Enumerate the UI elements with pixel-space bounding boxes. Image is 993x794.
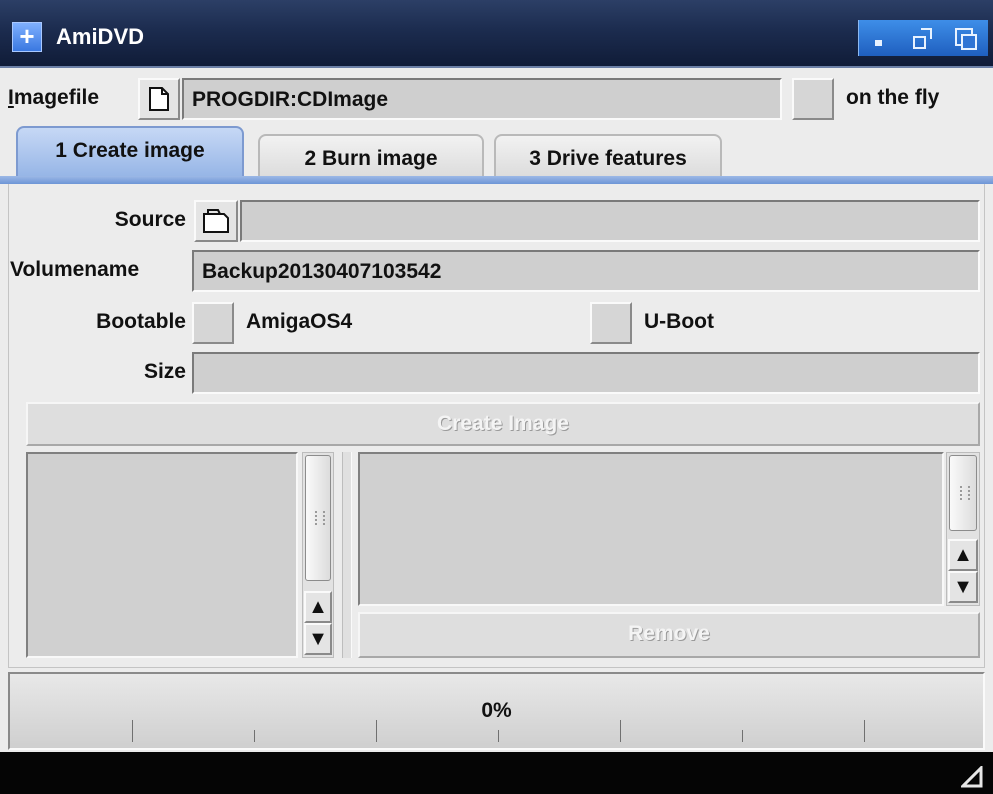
grip-icon xyxy=(315,511,325,525)
amigaos4-checkbox[interactable] xyxy=(192,302,234,344)
drawer-icon xyxy=(203,209,229,233)
right-scroll-up-button[interactable]: ▲ xyxy=(948,539,978,571)
left-scroll-knob[interactable] xyxy=(305,455,331,581)
gauge-tick xyxy=(498,730,499,742)
imagefile-input[interactable]: PROGDIR:CDImage xyxy=(182,78,782,120)
plus-icon[interactable]: + xyxy=(12,22,42,52)
right-listview[interactable] xyxy=(358,452,944,606)
amigaos4-label[interactable]: AmigaOS4 xyxy=(246,302,352,342)
size-field xyxy=(192,352,980,394)
imagefile-label: Imagefile xyxy=(8,86,100,109)
file-icon xyxy=(149,87,169,111)
source-drawer-button[interactable] xyxy=(194,200,238,242)
left-scrollbar[interactable]: ▲ ▼ xyxy=(302,452,334,658)
right-scrollbar[interactable]: ▲ ▼ xyxy=(946,452,980,606)
volumename-label: Volumename xyxy=(10,258,140,281)
progress-text: 0% xyxy=(481,699,512,722)
right-scroll-knob[interactable] xyxy=(949,455,977,531)
depth-icon[interactable] xyxy=(949,22,979,52)
screen-bar xyxy=(0,752,993,794)
remove-button[interactable]: Remove xyxy=(358,612,980,658)
onthefly-checkbox[interactable] xyxy=(792,78,834,120)
tab-divider xyxy=(0,176,993,184)
size-label: Size xyxy=(143,360,186,383)
window-gadgets xyxy=(858,20,988,56)
right-scroll-down-button[interactable]: ▼ xyxy=(948,571,978,603)
iconify-icon[interactable] xyxy=(865,22,895,52)
source-label: Source xyxy=(114,208,186,231)
source-input[interactable] xyxy=(240,200,980,242)
resize-icon[interactable] xyxy=(961,766,983,788)
gauge-tick xyxy=(742,730,743,742)
bootable-label: Bootable xyxy=(96,310,186,333)
onthefly-label[interactable]: on the fly xyxy=(846,78,939,118)
volumename-input[interactable]: Backup20130407103542 xyxy=(192,250,980,292)
imagefile-file-button[interactable] xyxy=(138,78,180,120)
left-listview[interactable] xyxy=(26,452,298,658)
create-image-button[interactable]: Create Image xyxy=(26,402,980,446)
left-scroll-down-button[interactable]: ▼ xyxy=(304,623,332,655)
gauge-tick xyxy=(254,730,255,742)
progress-gauge: 0% xyxy=(8,672,985,750)
list-splitter[interactable] xyxy=(342,452,352,658)
uboot-label[interactable]: U-Boot xyxy=(644,302,714,342)
window-title: AmiDVD xyxy=(56,24,145,49)
imagefile-label-rest: magefile xyxy=(13,86,100,109)
left-scroll-up-button[interactable]: ▲ xyxy=(304,591,332,623)
zoom-icon[interactable] xyxy=(909,22,939,52)
uboot-checkbox[interactable] xyxy=(590,302,632,344)
grip-icon xyxy=(960,486,970,500)
title-bar[interactable]: + AmiDVD xyxy=(0,0,993,68)
